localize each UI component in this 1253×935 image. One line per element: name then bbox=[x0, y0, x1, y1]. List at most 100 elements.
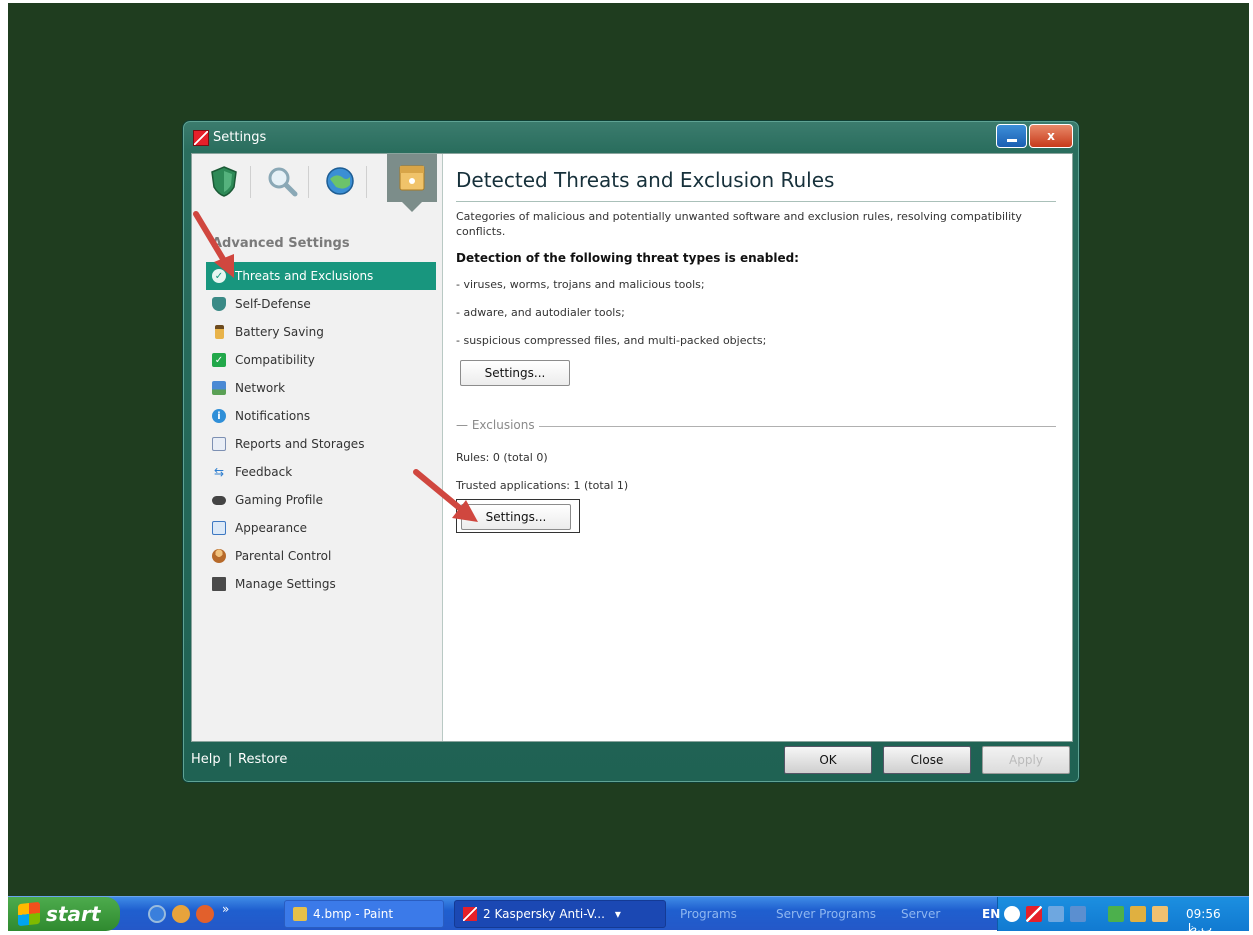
window-client-area: Advanced Settings ✓ Threats and Exclusio… bbox=[191, 153, 1073, 742]
settings-window: Settings x Advanced Settings ✓ Threats a… bbox=[182, 120, 1080, 783]
nav-item-reports-and-storages[interactable]: Reports and Storages bbox=[206, 430, 436, 458]
exclusions-settings-button[interactable]: Settings... bbox=[461, 504, 571, 530]
taskbar: start » 4.bmp - Paint 2 Kaspersky Anti-V… bbox=[8, 896, 1249, 935]
paint-icon bbox=[293, 907, 307, 921]
nav-item-self-defense[interactable]: Self-Defense bbox=[206, 290, 436, 318]
task-button-kaspersky[interactable]: 2 Kaspersky Anti-V... ▾ bbox=[454, 900, 666, 928]
nav-item-label: Compatibility bbox=[235, 353, 315, 367]
nav-item-label: Notifications bbox=[235, 409, 311, 423]
tray-expand-icon[interactable] bbox=[1004, 906, 1020, 922]
system-tray: EN 09:56 ب.ظ bbox=[982, 897, 1249, 935]
nav-item-compatibility[interactable]: ✓ Compatibility bbox=[206, 346, 436, 374]
battery-icon bbox=[215, 325, 224, 339]
check-icon: ✓ bbox=[212, 269, 226, 283]
floppy-icon bbox=[212, 577, 226, 591]
nav-item-label: Feedback bbox=[235, 465, 293, 479]
nav-item-notifications[interactable]: i Notifications bbox=[206, 402, 436, 430]
title-bar[interactable]: Settings x bbox=[183, 121, 1079, 153]
window-footer: Help | Restore OK Close Apply bbox=[191, 742, 1073, 778]
parental-icon bbox=[212, 549, 226, 563]
kaspersky-app-icon bbox=[193, 130, 209, 146]
nav-item-threats-and-exclusions[interactable]: ✓ Threats and Exclusions bbox=[206, 262, 436, 290]
appearance-icon bbox=[212, 521, 226, 535]
scan-icon[interactable] bbox=[264, 163, 300, 199]
nav-item-parental-control[interactable]: Parental Control bbox=[206, 542, 436, 570]
gamepad-icon bbox=[212, 495, 226, 505]
kaspersky-tray-icon[interactable] bbox=[1026, 906, 1042, 922]
divider bbox=[456, 426, 1056, 427]
language-indicator[interactable]: EN bbox=[982, 907, 1000, 921]
nav-item-gaming-profile[interactable]: Gaming Profile bbox=[206, 486, 436, 514]
icon-separator bbox=[366, 166, 367, 198]
icon-separator bbox=[308, 166, 309, 198]
network2-tray-icon[interactable] bbox=[1070, 906, 1086, 922]
restore-link[interactable]: Restore bbox=[238, 752, 287, 767]
top-icon-bar bbox=[192, 154, 443, 212]
task-label: 2 Kaspersky Anti-V... bbox=[483, 907, 605, 921]
nav-item-label: Threats and Exclusions bbox=[235, 269, 374, 283]
nav-item-label: Manage Settings bbox=[235, 577, 336, 591]
protection-icon[interactable] bbox=[206, 163, 242, 199]
detection-heading: Detection of the following threat types … bbox=[456, 251, 799, 265]
kaspersky-icon bbox=[463, 907, 477, 921]
nav-item-label: Parental Control bbox=[235, 549, 332, 563]
nav-item-label: Gaming Profile bbox=[235, 493, 324, 507]
nav-item-label: Reports and Storages bbox=[235, 437, 365, 451]
network-icon bbox=[212, 381, 226, 395]
quicklaunch-chevron[interactable]: » bbox=[222, 902, 229, 916]
outlook-icon[interactable] bbox=[172, 905, 190, 923]
nav-item-network[interactable]: Network bbox=[206, 374, 436, 402]
task-label: 4.bmp - Paint bbox=[313, 907, 394, 921]
toolbar-programs[interactable]: Programs bbox=[680, 907, 737, 921]
minimize-icon bbox=[1006, 138, 1017, 142]
nav-item-feedback[interactable]: ⇆ Feedback bbox=[206, 458, 436, 486]
nav-item-manage-settings[interactable]: Manage Settings bbox=[206, 570, 436, 598]
nav-item-battery-saving[interactable]: Battery Saving bbox=[206, 318, 436, 346]
advanced-settings-icon[interactable] bbox=[387, 154, 437, 212]
nav-item-label: Self-Defense bbox=[235, 297, 311, 311]
windows-logo-icon bbox=[18, 901, 40, 927]
threat-type-line: - adware, and autodialer tools; bbox=[456, 306, 625, 319]
info-icon: i bbox=[212, 409, 226, 423]
window-title: Settings bbox=[213, 130, 267, 145]
start-button[interactable]: start bbox=[8, 897, 120, 931]
icon-separator bbox=[250, 166, 251, 198]
nav-item-label: Network bbox=[235, 381, 286, 395]
task-button-paint[interactable]: 4.bmp - Paint bbox=[284, 900, 444, 928]
rules-count: Rules: 0 (total 0) bbox=[456, 451, 548, 464]
user-tray-icon[interactable] bbox=[1130, 906, 1146, 922]
start-label: start bbox=[46, 902, 101, 926]
shield-icon bbox=[212, 297, 226, 311]
checkbox-icon: ✓ bbox=[212, 353, 226, 367]
apply-button[interactable]: Apply bbox=[982, 746, 1070, 774]
clock[interactable]: 09:56 ب.ظ bbox=[1186, 907, 1249, 935]
close-button[interactable]: Close bbox=[883, 746, 971, 774]
advanced-settings-heading: Advanced Settings bbox=[212, 236, 350, 251]
threat-type-line: - suspicious compressed files, and multi… bbox=[456, 334, 767, 347]
nav-item-label: Battery Saving bbox=[235, 325, 324, 339]
help-link[interactable]: Help bbox=[191, 752, 221, 767]
content-pane: Detected Threats and Exclusion Rules Cat… bbox=[456, 154, 1072, 741]
toolbar-server-programs[interactable]: Server Programs bbox=[776, 907, 876, 921]
app-tray-icon[interactable] bbox=[1108, 906, 1124, 922]
divider bbox=[456, 201, 1056, 202]
network-tray-icon[interactable] bbox=[1048, 906, 1064, 922]
close-icon: x bbox=[1047, 129, 1055, 143]
left-pane: Advanced Settings ✓ Threats and Exclusio… bbox=[192, 154, 443, 741]
page-description: Categories of malicious and potentially … bbox=[456, 210, 1022, 238]
close-window-button[interactable]: x bbox=[1029, 124, 1073, 148]
internet-explorer-icon[interactable] bbox=[148, 905, 166, 923]
nav-item-appearance[interactable]: Appearance bbox=[206, 514, 436, 542]
messenger-icon[interactable] bbox=[196, 905, 214, 923]
threat-type-line: - viruses, worms, trojans and malicious … bbox=[456, 278, 705, 291]
ok-button[interactable]: OK bbox=[784, 746, 872, 774]
page-title: Detected Threats and Exclusion Rules bbox=[456, 168, 835, 192]
minimize-button[interactable] bbox=[996, 124, 1027, 148]
update-icon[interactable] bbox=[322, 163, 358, 199]
volume-tray-icon[interactable] bbox=[1152, 906, 1168, 922]
settings-nav-list: ✓ Threats and Exclusions Self-Defense Ba… bbox=[206, 262, 436, 598]
trusted-applications-count: Trusted applications: 1 (total 1) bbox=[456, 479, 629, 492]
threats-settings-button[interactable]: Settings... bbox=[460, 360, 570, 386]
exclusions-group-label: — Exclusions bbox=[456, 418, 539, 432]
toolbar-server[interactable]: Server bbox=[901, 907, 940, 921]
